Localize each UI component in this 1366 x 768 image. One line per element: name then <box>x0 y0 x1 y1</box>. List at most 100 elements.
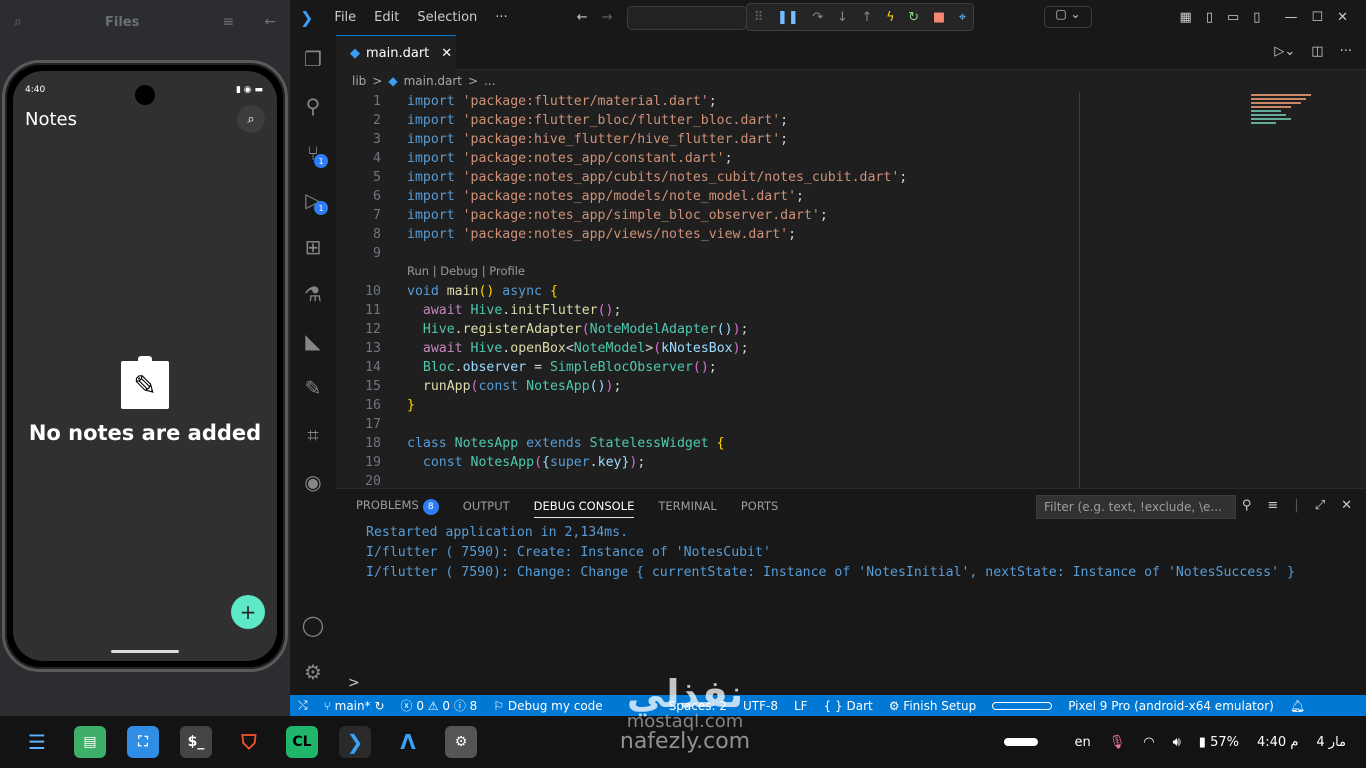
code-line: 15 runApp(const NotesApp()); <box>336 377 621 396</box>
minimize-icon[interactable]: — <box>1284 10 1297 25</box>
problems-item[interactable]: ⓧ 0 ⚠ 0 ⓘ 8 <box>393 697 486 714</box>
stop-icon[interactable]: ■ <box>933 10 945 25</box>
menu-edit[interactable]: Edit <box>365 10 408 25</box>
inspect-icon[interactable]: ⌖ <box>959 10 966 25</box>
app-search-button[interactable]: ⌕ <box>237 105 265 133</box>
software-store-icon[interactable]: ⛶ <box>127 726 159 758</box>
clear-console-icon[interactable]: ≡ <box>1267 498 1278 513</box>
settings-gear-icon[interactable]: ⚙ <box>290 648 336 695</box>
battery-item[interactable]: ▮ 57% <box>1199 735 1239 750</box>
step-over-icon[interactable]: ↷ <box>812 10 823 25</box>
preview-icon[interactable]: ◉ <box>290 458 336 505</box>
codelens-run-debug-profile[interactable]: Run | Debug | Profile <box>407 264 525 278</box>
menu-file[interactable]: File <box>325 10 365 25</box>
vscode-app-icon[interactable]: ❯ <box>339 726 371 758</box>
back-icon[interactable]: ← <box>577 10 588 25</box>
pause-icon[interactable]: ❚❚ <box>777 10 799 25</box>
breadcrumb-file[interactable]: main.dart <box>404 74 462 88</box>
editor-tabs: ◆ main.dart ✕ ▷⌄ ◫ ··· <box>336 35 1366 70</box>
tab-debug-console[interactable]: DEBUG CONSOLE <box>533 499 635 518</box>
flutter-icon[interactable]: ◣ <box>290 317 336 364</box>
maximize-panel-icon[interactable]: ⤢ <box>1315 498 1325 513</box>
run-debug-icon[interactable]: ▷ 1 <box>290 176 336 223</box>
finish-setup-item[interactable]: ⚙ Finish Setup <box>881 699 984 713</box>
toggle-sidebar-icon[interactable]: ▯ <box>1206 10 1213 25</box>
home-indicator[interactable] <box>111 650 179 653</box>
edit-icon[interactable]: ✎ <box>290 364 336 411</box>
tab-main-dart[interactable]: ◆ main.dart ✕ <box>336 35 456 70</box>
menu-more[interactable]: ··· <box>486 10 516 25</box>
add-note-button[interactable]: + <box>231 595 265 629</box>
code-token: initFlutter <box>510 303 598 318</box>
command-center[interactable] <box>626 5 747 30</box>
debug-item[interactable]: ⚐ Debug my code <box>485 699 610 713</box>
forward-icon[interactable]: → <box>602 10 613 25</box>
microphone-icon[interactable]: 🎙︎ <box>1109 735 1126 750</box>
extensions-icon[interactable]: ⊞ <box>290 223 336 270</box>
breadcrumb-lib[interactable]: lib <box>352 74 366 88</box>
menu-selection[interactable]: Selection <box>408 10 486 25</box>
search-icon[interactable]: ⌕ <box>14 14 22 30</box>
console-input-prompt[interactable]: > <box>348 675 360 691</box>
maximize-icon[interactable]: ☐ <box>1311 10 1323 25</box>
toggle-secondary-sidebar-icon[interactable]: ▯ <box>1253 10 1260 25</box>
console-filter-input[interactable]: Filter (e.g. text, !exclude, \e... <box>1036 495 1236 519</box>
wifi-icon[interactable]: ◠ <box>1143 735 1154 750</box>
branch-item[interactable]: ⑂ main* ↻ <box>316 699 393 713</box>
close-window-icon[interactable]: ✕ <box>1337 10 1348 25</box>
source-control-icon[interactable]: ⑂ 1 <box>290 129 336 176</box>
tab-terminal[interactable]: TERMINAL <box>658 499 716 513</box>
clion-app-icon[interactable]: CL <box>286 726 318 758</box>
run-icon[interactable]: ▷⌄ <box>1274 44 1295 59</box>
search-icon[interactable]: ⚲ <box>290 82 336 129</box>
code-token: ; <box>613 303 622 318</box>
restart-icon[interactable]: ↻ <box>908 10 919 25</box>
close-tab-icon[interactable]: ✕ <box>441 46 452 61</box>
tab-ports[interactable]: PORTS <box>741 499 778 513</box>
clock-time[interactable]: 4:40 م <box>1257 735 1298 750</box>
code-editor[interactable]: 1 import 'package:flutter/material.dart';… <box>336 92 1366 489</box>
notifications-icon[interactable]: 🔔︎ <box>1282 699 1313 713</box>
step-into-icon[interactable]: ↓ <box>837 10 848 25</box>
breadcrumb-symbol[interactable]: ... <box>484 74 495 88</box>
branch-icon: ⑂ <box>323 698 335 713</box>
language-item[interactable]: { } Dart <box>816 699 881 713</box>
brave-browser-icon[interactable]: ⛉ <box>233 726 265 758</box>
drag-handle-icon[interactable]: ⠿ <box>754 10 764 25</box>
clock-date[interactable]: 4 مار <box>1316 735 1346 750</box>
android-studio-icon[interactable]: Λ <box>392 726 424 758</box>
copilot-icon[interactable]: ▢ ⌄ <box>1044 6 1092 28</box>
remote-icon[interactable]: ⤭ <box>290 698 316 713</box>
code-token: { <box>708 436 725 451</box>
eol-item[interactable]: LF <box>786 699 816 713</box>
terminal-app-icon[interactable]: $_ <box>180 726 212 758</box>
scan-icon[interactable]: ⌗ <box>290 411 336 458</box>
settings-app-icon[interactable]: ⚙ <box>445 726 477 758</box>
account-icon[interactable]: ◯ <box>290 601 336 648</box>
volume-icon[interactable]: 🔊︎ <box>1173 735 1181 750</box>
step-out-icon[interactable]: ↑ <box>862 10 873 25</box>
device-item[interactable]: Pixel 9 Pro (android-x64 emulator) <box>1060 699 1282 713</box>
keyboard-language[interactable]: en <box>1074 735 1090 750</box>
files-app-icon[interactable]: ▤ <box>74 726 106 758</box>
tab-output[interactable]: OUTPUT <box>463 499 510 513</box>
hot-reload-icon[interactable]: ϟ <box>886 10 895 25</box>
back-arrow-icon[interactable]: ← <box>264 14 276 30</box>
menu-icon[interactable]: ≡ <box>223 14 235 30</box>
code-token: ; <box>708 360 717 375</box>
line-number: 16 <box>365 398 381 413</box>
more-actions-icon[interactable]: ··· <box>1340 44 1352 59</box>
explorer-icon[interactable]: ❐ <box>290 35 336 82</box>
search-icon[interactable]: ⚲ <box>1242 498 1252 513</box>
code-token: const <box>422 455 471 470</box>
layout-icon[interactable]: ▦ <box>1180 10 1192 25</box>
workspace-indicator[interactable] <box>1004 738 1039 746</box>
testing-icon[interactable]: ⚗ <box>290 270 336 317</box>
minimap[interactable] <box>1251 94 1321 164</box>
tab-problems[interactable]: PROBLEMS 8 <box>356 498 439 515</box>
close-panel-icon[interactable]: ✕ <box>1341 498 1352 513</box>
zorin-menu-icon[interactable]: ☰ <box>21 726 53 758</box>
split-editor-icon[interactable]: ◫ <box>1311 44 1323 59</box>
toggle-panel-icon[interactable]: ▭ <box>1227 10 1239 25</box>
code-token: Hive <box>470 341 503 356</box>
